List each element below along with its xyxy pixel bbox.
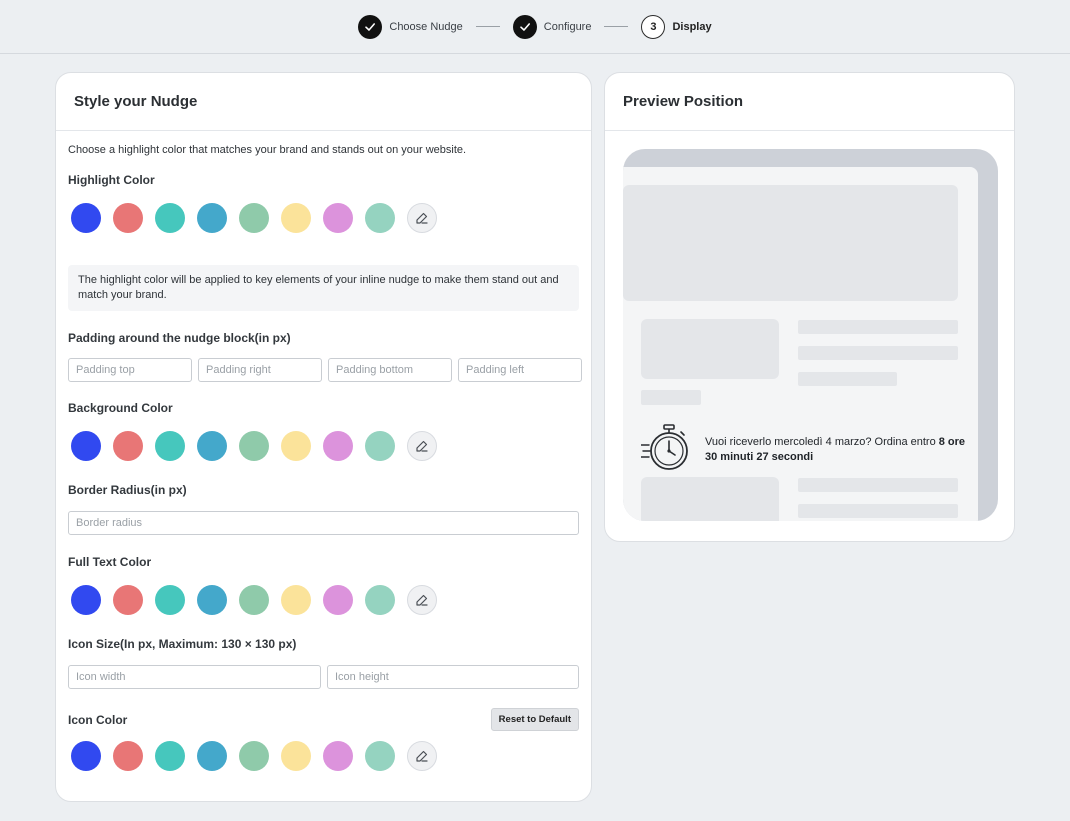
icon-swatch[interactable] <box>113 741 143 771</box>
pencil-edit-icon <box>416 750 428 762</box>
padding-right-input[interactable] <box>198 358 322 382</box>
text-color-label: Full Text Color <box>68 555 152 569</box>
step-connector <box>604 26 629 27</box>
highlight-color-label: Highlight Color <box>68 173 155 187</box>
icon-swatch[interactable] <box>323 741 353 771</box>
device-preview-frame: Vuoi riceverlo mercoledì 4 marzo? Ordina… <box>623 149 998 521</box>
style-description: Choose a highlight color that matches yo… <box>68 144 467 156</box>
border-radius-input[interactable] <box>68 511 579 535</box>
background-swatch[interactable] <box>71 431 101 461</box>
highlight-swatch[interactable] <box>365 203 395 233</box>
placeholder-image <box>641 477 779 521</box>
icon-color-swatches <box>71 741 579 771</box>
step-label: Display <box>672 20 712 33</box>
text-swatch[interactable] <box>197 585 227 615</box>
step-configure[interactable]: Configure <box>512 14 592 39</box>
card-title: Preview Position <box>605 73 1014 131</box>
pencil-edit-icon <box>416 212 428 224</box>
placeholder-line <box>798 320 958 334</box>
highlight-swatch[interactable] <box>197 203 227 233</box>
icon-size-label: Icon Size(In px, Maximum: 130 × 130 px) <box>68 637 297 651</box>
background-swatch[interactable] <box>197 431 227 461</box>
pencil-edit-icon <box>416 594 428 606</box>
icon-swatch[interactable] <box>281 741 311 771</box>
highlight-swatch[interactable] <box>155 203 185 233</box>
custom-color-button[interactable] <box>407 431 437 461</box>
highlight-swatch[interactable] <box>71 203 101 233</box>
highlight-swatch[interactable] <box>113 203 143 233</box>
background-color-swatches <box>71 431 579 461</box>
icon-swatch[interactable] <box>365 741 395 771</box>
step-connector <box>475 26 500 27</box>
text-swatch[interactable] <box>113 585 143 615</box>
step-display[interactable]: 3 Display <box>641 14 712 39</box>
step-choose-nudge[interactable]: Choose Nudge <box>358 14 463 39</box>
preview-screen: Vuoi riceverlo mercoledì 4 marzo? Ordina… <box>623 167 978 521</box>
background-color-label: Background Color <box>68 401 173 415</box>
background-swatch[interactable] <box>323 431 353 461</box>
highlight-swatch[interactable] <box>281 203 311 233</box>
text-swatch[interactable] <box>239 585 269 615</box>
custom-color-button[interactable] <box>407 585 437 615</box>
background-swatch[interactable] <box>239 431 269 461</box>
placeholder-line <box>798 504 958 518</box>
highlight-swatch[interactable] <box>323 203 353 233</box>
padding-left-input[interactable] <box>458 358 582 382</box>
card-title: Style your Nudge <box>56 73 591 131</box>
icon-width-input[interactable] <box>68 665 321 689</box>
text-swatch[interactable] <box>323 585 353 615</box>
nudge-text-plain: Vuoi riceverlo mercoledì 4 marzo? Ordina… <box>705 436 939 448</box>
placeholder-banner <box>623 185 958 301</box>
step-number: 3 <box>641 14 666 39</box>
icon-size-inputs <box>68 665 579 689</box>
style-nudge-card: Style your Nudge Choose a highlight colo… <box>55 72 592 802</box>
icon-height-input[interactable] <box>327 665 579 689</box>
preview-position-card: Preview Position Vuoi riceverlo mercoled… <box>604 72 1015 542</box>
padding-label: Padding around the nudge block(in px) <box>68 331 291 345</box>
step-label: Choose Nudge <box>389 20 463 33</box>
placeholder-line <box>798 346 958 360</box>
text-color-swatches <box>71 585 579 615</box>
text-swatch[interactable] <box>365 585 395 615</box>
text-swatch[interactable] <box>71 585 101 615</box>
padding-top-input[interactable] <box>68 358 192 382</box>
highlight-info-box: The highlight color will be applied to k… <box>68 265 579 311</box>
text-swatch[interactable] <box>281 585 311 615</box>
check-icon <box>512 14 537 39</box>
nudge-message: Vuoi riceverlo mercoledì 4 marzo? Ordina… <box>705 435 977 465</box>
inline-nudge: Vuoi riceverlo mercoledì 4 marzo? Ordina… <box>640 423 977 478</box>
icon-swatch[interactable] <box>197 741 227 771</box>
placeholder-image <box>641 319 779 379</box>
background-swatch[interactable] <box>365 431 395 461</box>
highlight-color-swatches <box>71 203 579 233</box>
text-swatch[interactable] <box>155 585 185 615</box>
background-swatch[interactable] <box>281 431 311 461</box>
custom-color-button[interactable] <box>407 203 437 233</box>
reset-to-default-button[interactable]: Reset to Default <box>490 708 579 731</box>
pencil-edit-icon <box>416 440 428 452</box>
icon-swatch[interactable] <box>71 741 101 771</box>
icon-swatch[interactable] <box>239 741 269 771</box>
placeholder-line <box>798 478 958 492</box>
progress-stepper: Choose Nudge Configure 3 Display <box>0 0 1070 54</box>
placeholder-line <box>798 372 897 386</box>
highlight-swatch[interactable] <box>239 203 269 233</box>
border-radius-label: Border Radius(in px) <box>68 483 187 497</box>
icon-swatch[interactable] <box>155 741 185 771</box>
check-icon <box>358 14 383 39</box>
step-label: Configure <box>543 20 592 33</box>
placeholder-line <box>641 390 701 405</box>
custom-color-button[interactable] <box>407 741 437 771</box>
stopwatch-icon <box>640 423 691 478</box>
padding-inputs <box>68 358 582 382</box>
background-swatch[interactable] <box>113 431 143 461</box>
padding-bottom-input[interactable] <box>328 358 452 382</box>
background-swatch[interactable] <box>155 431 185 461</box>
